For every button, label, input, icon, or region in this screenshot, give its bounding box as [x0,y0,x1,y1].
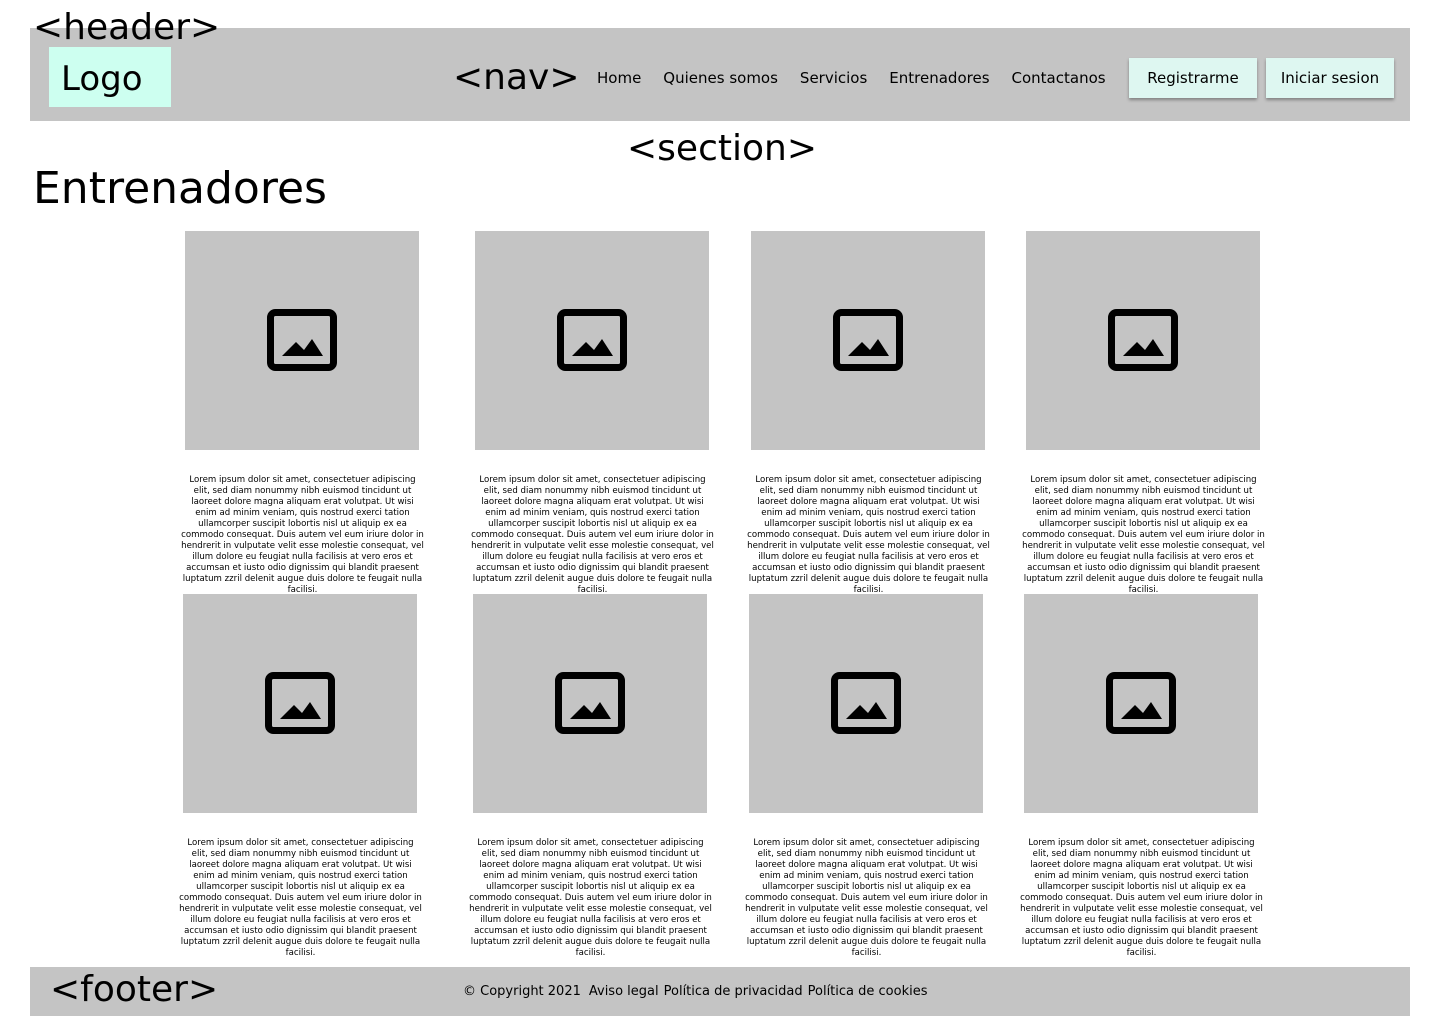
logo[interactable]: Logo [49,47,171,107]
trainer-image[interactable] [749,594,983,813]
trainer-description: Lorem ipsum dolor sit amet, consectetuer… [747,475,990,595]
site-footer: <footer> © Copyright 2021 Aviso legal Po… [30,967,1410,1016]
trainer-card: Lorem ipsum dolor sit amet, consectetuer… [1021,231,1266,595]
image-placeholder-icon [555,672,625,734]
header-annotation: <header> [33,7,221,48]
footer-link-aviso-legal[interactable]: Aviso legal [589,984,659,999]
login-button[interactable]: Iniciar sesion [1266,58,1394,98]
trainer-image[interactable] [475,231,709,450]
trainer-description: Lorem ipsum dolor sit amet, consectetuer… [1020,838,1263,958]
trainer-image[interactable] [473,594,707,813]
trainer-card: Lorem ipsum dolor sit amet, consectetuer… [470,231,715,595]
image-placeholder-icon [265,672,335,734]
trainer-description: Lorem ipsum dolor sit amet, consectetuer… [179,838,422,958]
image-placeholder-icon [1108,309,1178,371]
register-button[interactable]: Registrarme [1129,58,1257,98]
image-placeholder-icon [1106,672,1176,734]
footer-link-privacidad[interactable]: Política de privacidad [664,984,803,999]
page-title: Entrenadores [33,163,327,214]
main-nav: Home Quienes somos Servicios Entrenadore… [597,28,1106,128]
image-placeholder-icon [831,672,901,734]
nav-link-home[interactable]: Home [597,69,641,87]
trainer-description: Lorem ipsum dolor sit amet, consectetuer… [1022,475,1265,595]
trainer-image[interactable] [751,231,985,450]
section-annotation: <section> [627,128,817,169]
image-placeholder-icon [267,309,337,371]
nav-annotation: <nav> [453,57,580,98]
image-placeholder-icon [833,309,903,371]
trainer-image[interactable] [1024,594,1258,813]
nav-link-servicios[interactable]: Servicios [800,69,867,87]
nav-link-entrenadores[interactable]: Entrenadores [889,69,989,87]
footer-annotation: <footer> [50,969,219,1010]
trainer-description: Lorem ipsum dolor sit amet, consectetuer… [469,838,712,958]
trainer-card: Lorem ipsum dolor sit amet, consectetuer… [746,231,991,595]
trainer-card: Lorem ipsum dolor sit amet, consectetuer… [180,231,425,595]
trainer-image[interactable] [183,594,417,813]
footer-links: © Copyright 2021 Aviso legal Política de… [463,984,927,999]
nav-link-contactanos[interactable]: Contactanos [1012,69,1106,87]
copyright-text: © Copyright 2021 [463,984,581,999]
nav-link-quienes-somos[interactable]: Quienes somos [663,69,778,87]
trainer-description: Lorem ipsum dolor sit amet, consectetuer… [181,475,424,595]
trainer-image[interactable] [1026,231,1260,450]
trainer-description: Lorem ipsum dolor sit amet, consectetuer… [471,475,714,595]
trainer-image[interactable] [185,231,419,450]
trainer-card: Lorem ipsum dolor sit amet, consectetuer… [468,594,713,958]
footer-link-cookies[interactable]: Política de cookies [808,984,928,999]
site-header: Logo <nav> Home Quienes somos Servicios … [30,28,1410,121]
image-placeholder-icon [557,309,627,371]
trainer-description: Lorem ipsum dolor sit amet, consectetuer… [745,838,988,958]
trainer-card: Lorem ipsum dolor sit amet, consectetuer… [178,594,423,958]
trainer-card: Lorem ipsum dolor sit amet, consectetuer… [744,594,989,958]
trainer-card: Lorem ipsum dolor sit amet, consectetuer… [1019,594,1264,958]
